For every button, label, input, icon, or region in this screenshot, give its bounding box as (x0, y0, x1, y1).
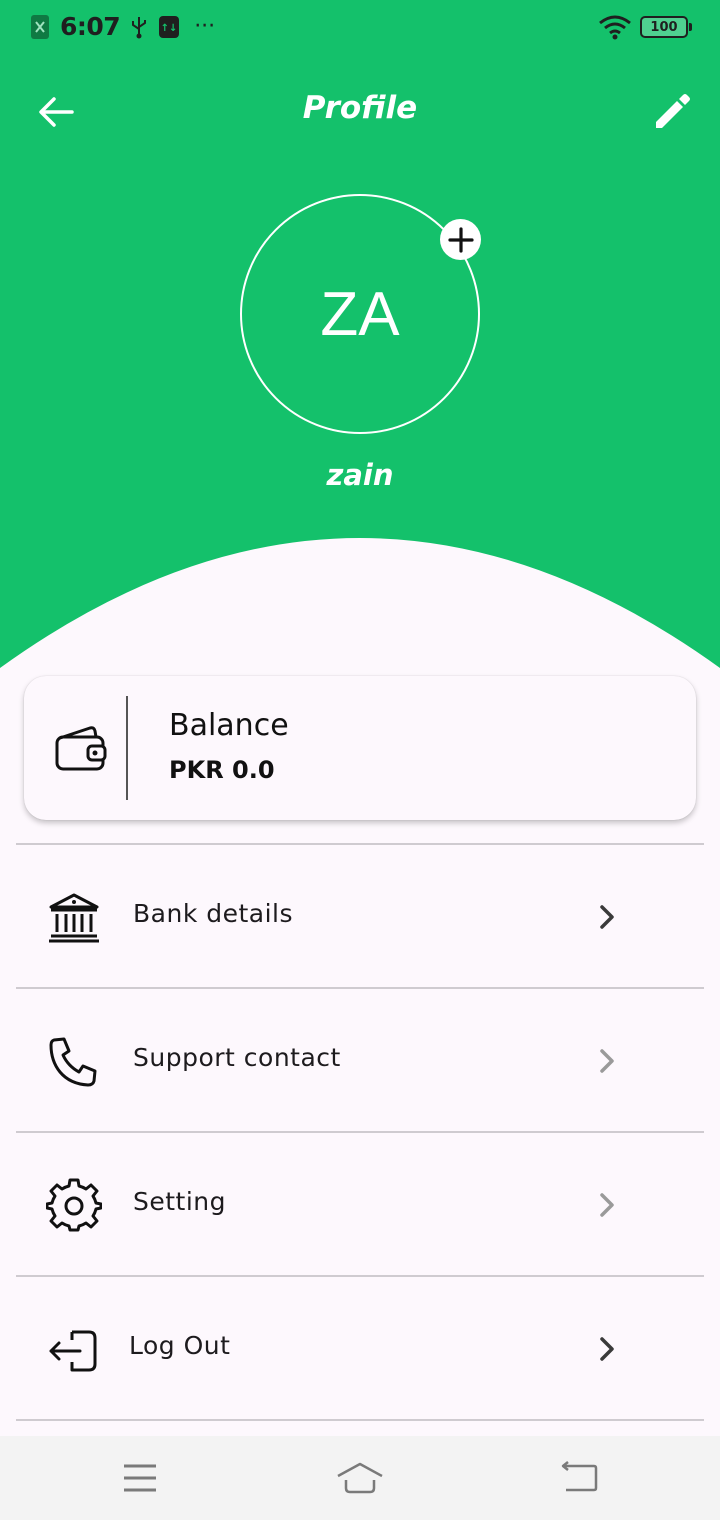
battery-icon: 100 (640, 16, 692, 38)
balance-label: Balance (169, 708, 289, 743)
menu-item-log-out[interactable]: Log Out (16, 1277, 704, 1419)
menu-item-support-contact[interactable]: Support contact (16, 989, 704, 1131)
menu-item-label: Support contact (133, 1043, 341, 1072)
menu-item-label: Log Out (129, 1331, 231, 1360)
status-overflow: ··· (194, 14, 216, 39)
system-navigation-bar (0, 1436, 720, 1520)
plus-icon (447, 226, 474, 253)
chevron-right-icon (600, 1337, 614, 1361)
balance-card: Balance PKR 0.0 (24, 676, 696, 820)
nav-home-button[interactable] (336, 1456, 384, 1500)
usb-icon (132, 16, 147, 38)
menu-item-bank-details[interactable]: Bank details (16, 845, 704, 987)
menu-divider (16, 1419, 704, 1421)
page-title: Profile (302, 90, 418, 126)
wifi-icon (599, 15, 631, 40)
edit-profile-button[interactable] (650, 90, 694, 134)
bank-icon (49, 893, 99, 943)
logout-icon (49, 1330, 97, 1372)
pencil-icon (656, 94, 690, 128)
app-bar: Profile (0, 80, 720, 144)
menu-item-label: Bank details (133, 899, 294, 928)
app-notification-icon (31, 14, 49, 39)
chevron-right-icon (600, 1193, 614, 1217)
nav-menu-button[interactable] (116, 1456, 164, 1500)
avatar-initials: ZA (320, 279, 400, 349)
data-transfer-icon: ↑↓ (159, 15, 180, 38)
chevron-right-icon (600, 1049, 614, 1073)
balance-value: PKR 0.0 (169, 756, 275, 784)
add-photo-button[interactable] (440, 219, 481, 260)
chevron-right-icon (600, 905, 614, 929)
user-name: zain (326, 458, 394, 492)
status-time: 6:07 (60, 12, 121, 41)
profile-menu: Bank details Support contact Setting Log… (16, 843, 704, 1421)
menu-item-label: Setting (133, 1187, 227, 1216)
wallet-icon (55, 726, 107, 771)
back-icon (561, 1461, 598, 1492)
battery-level: 100 (650, 19, 678, 35)
home-icon (337, 1462, 383, 1494)
card-divider (126, 696, 128, 800)
nav-back-button[interactable] (556, 1456, 604, 1500)
svg-text:↑↓: ↑↓ (161, 23, 178, 34)
menu-icon (124, 1464, 156, 1492)
status-bar: 6:07 ↑↓ ··· 100 (0, 0, 720, 56)
phone-icon (49, 1037, 97, 1087)
menu-item-setting[interactable]: Setting (16, 1133, 704, 1275)
gear-icon (46, 1178, 102, 1232)
